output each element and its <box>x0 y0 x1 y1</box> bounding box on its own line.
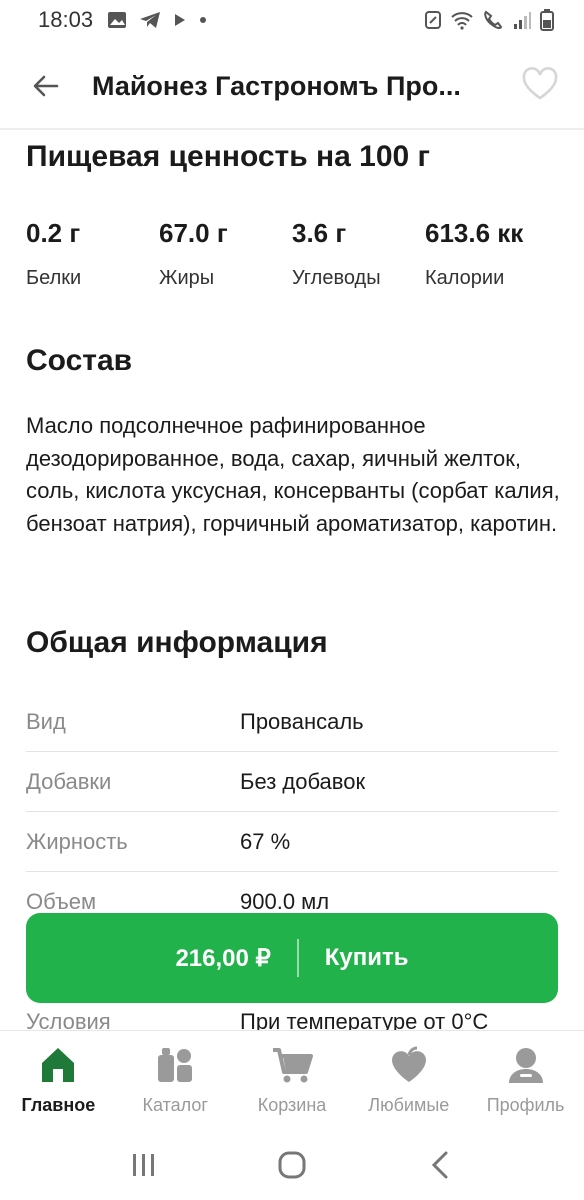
nav-item-home[interactable]: Главное <box>0 1031 117 1130</box>
cart-icon <box>272 1048 313 1083</box>
nav-item-cart[interactable]: Корзина <box>234 1031 351 1130</box>
page-title: Майонез Гастрономъ Про... <box>92 70 461 101</box>
nutrition-values: 0.2 г Белки 67.0 г Жиры 3.6 г Углеводы 6… <box>26 218 566 290</box>
chevron-left-icon <box>431 1151 448 1179</box>
profile-icon <box>508 1048 543 1083</box>
app-bar: Майонез Гастрономъ Про... <box>0 50 584 122</box>
nav-label: Профиль <box>486 1095 565 1115</box>
nutrition-value: 3.6 г <box>292 218 347 248</box>
info-value: 67 % <box>240 828 291 854</box>
nav-label: Главное <box>21 1095 96 1115</box>
nutrition-title: Пищевая ценность на 100 г <box>26 140 431 173</box>
back-system-button[interactable] <box>410 1140 470 1190</box>
wifi-icon <box>451 12 473 30</box>
home-icon <box>42 1048 75 1082</box>
info-key: Жирность <box>26 828 128 854</box>
heart-icon <box>391 1046 426 1082</box>
composition-title: Состав <box>26 344 133 377</box>
info-key: Вид <box>26 708 66 734</box>
bottom-nav: Главное Каталог Корзина Любимые Профиль <box>0 1030 584 1130</box>
call-icon <box>484 10 503 29</box>
info-value: Провансаль <box>240 708 364 734</box>
nutrition-value: 613.6 кк <box>425 218 524 248</box>
nutrition-value: 0.2 г <box>26 218 81 248</box>
info-value: При температуре от 0°C <box>240 1009 489 1030</box>
info-row: Добавки Без добавок <box>26 752 558 812</box>
system-nav <box>0 1130 584 1200</box>
nav-item-profile[interactable]: Профиль <box>467 1031 584 1130</box>
nav-item-catalog[interactable]: Каталог <box>117 1031 234 1130</box>
nutrition-label: Белки <box>26 267 82 289</box>
favorite-button[interactable] <box>518 62 562 106</box>
back-button[interactable] <box>24 64 68 108</box>
recent-apps-icon <box>133 1154 154 1176</box>
status-time: 18:03 <box>38 7 94 32</box>
info-value: Без добавок <box>240 768 366 794</box>
signal-icon <box>514 12 531 29</box>
gallery-icon <box>108 12 127 28</box>
nutrition-label: Жиры <box>159 267 215 289</box>
info-key: Объем <box>26 888 97 914</box>
nutrition-label: Калории <box>425 267 505 289</box>
nutrition-carbs: 3.6 г Углеводы <box>292 218 425 290</box>
info-value: 900.0 мл <box>240 888 330 914</box>
nav-label: Каталог <box>142 1095 208 1115</box>
nutrition-fat: 67.0 г Жиры <box>159 218 292 290</box>
info-key: Условия <box>26 1009 111 1030</box>
buy-price: 216,00 ₽ <box>175 944 271 972</box>
dot-icon <box>200 17 207 23</box>
buy-separator <box>296 939 299 977</box>
heart-outline-icon <box>522 67 558 100</box>
product-details[interactable]: Пищевая ценность на 100 г 0.2 г Белки 67… <box>0 130 584 1030</box>
buy-label: Купить <box>324 944 409 971</box>
nfc-icon <box>425 11 441 29</box>
info-row: Жирность 67 % <box>26 812 558 872</box>
nav-label: Любимые <box>368 1095 450 1115</box>
status-bar: 18:03 <box>0 0 584 40</box>
arrow-left-icon <box>33 75 59 97</box>
nutrition-label: Углеводы <box>292 267 381 289</box>
nav-item-favorites[interactable]: Любимые <box>350 1031 467 1130</box>
info-row: Вид Провансаль <box>26 692 558 752</box>
composition-text: Масло подсолнечное рафинированное дезодо… <box>26 413 560 536</box>
info-key: Добавки <box>26 768 112 794</box>
telegram-icon <box>140 12 161 28</box>
play-icon <box>175 14 186 26</box>
home-circle-icon <box>278 1151 306 1179</box>
battery-icon <box>540 9 554 31</box>
catalog-icon <box>158 1048 193 1082</box>
recent-apps-button[interactable] <box>114 1140 174 1190</box>
nutrition-calories: 613.6 кк Калории <box>425 218 558 290</box>
home-system-button[interactable] <box>262 1140 322 1190</box>
general-info-title: Общая информация <box>26 626 328 659</box>
nutrition-value: 67.0 г <box>159 218 228 248</box>
buy-button[interactable]: 216,00 ₽ Купить <box>26 913 558 1003</box>
nav-label: Корзина <box>257 1095 327 1115</box>
nutrition-protein: 0.2 г Белки <box>26 218 159 290</box>
